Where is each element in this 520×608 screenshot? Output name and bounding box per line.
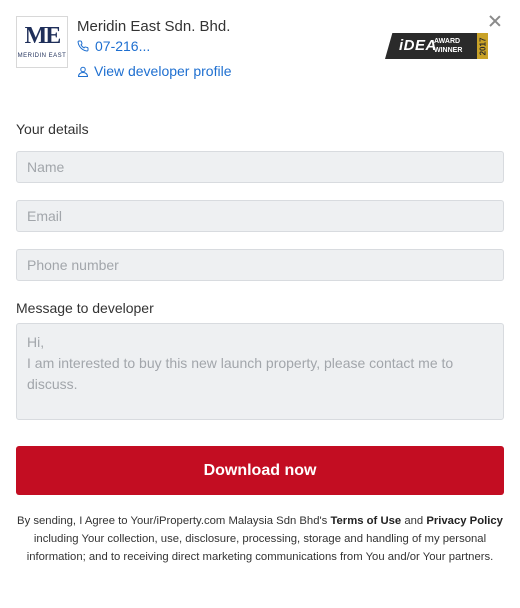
name-input[interactable]: [16, 151, 504, 183]
close-icon[interactable]: [488, 14, 502, 28]
your-details-heading: Your details: [16, 121, 89, 137]
badge-idea-text: iDEA: [399, 37, 437, 54]
message-textarea[interactable]: Hi, I am interested to buy this new laun…: [16, 323, 504, 420]
developer-header: ME MERIDIN EAST Meridin East Sdn. Bhd. 0…: [16, 16, 488, 82]
logo-subtext: MERIDIN EAST: [17, 53, 67, 59]
privacy-policy-link[interactable]: Privacy Policy: [426, 515, 503, 527]
developer-phone-link[interactable]: 07-216...: [77, 38, 150, 54]
badge-award-text: AWARD WINNER: [434, 38, 463, 54]
download-now-button[interactable]: Download now: [16, 446, 504, 495]
badge-year: 2017: [477, 33, 488, 59]
legal-disclaimer: By sending, I Agree to Your/iProperty.co…: [17, 515, 503, 563]
phone-input[interactable]: [16, 249, 504, 281]
phone-number: 07-216...: [95, 38, 151, 54]
view-profile-label: View developer profile: [94, 63, 232, 79]
developer-name: Meridin East Sdn. Bhd.: [77, 18, 231, 35]
developer-logo: ME MERIDIN EAST: [16, 16, 68, 68]
logo-monogram: ME: [24, 23, 62, 49]
view-developer-profile-link[interactable]: View developer profile: [77, 63, 232, 79]
terms-of-use-link[interactable]: Terms of Use: [330, 515, 401, 527]
email-input[interactable]: [16, 200, 504, 232]
user-icon: [77, 66, 89, 77]
phone-icon: [77, 40, 89, 52]
message-heading: Message to developer: [16, 300, 154, 316]
idea-award-badge: iDEA AWARD WINNER 2017: [385, 33, 488, 59]
